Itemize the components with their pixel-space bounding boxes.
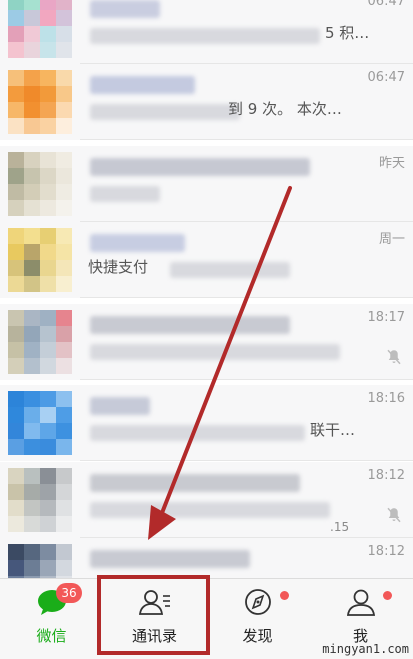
message-time: 06:47	[367, 70, 405, 85]
message-preview-blurred	[90, 28, 320, 44]
message-preview-blurred	[90, 425, 305, 441]
message-preview: 5 积…	[325, 24, 370, 42]
tab-label: 微信	[36, 627, 67, 645]
message-time: 周一	[378, 232, 405, 247]
avatar	[8, 0, 72, 58]
avatar	[8, 310, 72, 374]
chat-row[interactable]: .15 18:12	[0, 462, 413, 538]
compass-icon	[244, 589, 271, 615]
row-divider	[80, 297, 413, 298]
tab-chats[interactable]: 36 微信	[0, 579, 103, 659]
contact-name	[90, 234, 185, 252]
message-time: 18:16	[367, 391, 405, 406]
unread-badge: 36	[56, 583, 82, 603]
avatar	[8, 70, 72, 134]
tab-label: 发现	[242, 627, 273, 645]
contact-name	[90, 474, 300, 492]
watermark-text: mingyan1.com	[322, 642, 409, 656]
profile-icon	[346, 589, 375, 616]
chat-list: 5 积… 06:47 到 9 次。 本次… 06:47 昨天 快捷支付 周一 1…	[0, 0, 413, 578]
chat-row[interactable]: 昨天	[0, 146, 413, 222]
highlight-box	[97, 575, 210, 655]
chat-row[interactable]: 5 积… 06:47	[0, 0, 413, 64]
message-preview-blurred	[90, 502, 330, 518]
chat-row[interactable]: 快捷支付 周一	[0, 222, 413, 298]
chat-row[interactable]: 18:17	[0, 304, 413, 380]
message-preview: 联干…	[310, 421, 356, 439]
notification-dot	[383, 591, 392, 600]
chat-row[interactable]: 联干… 18:16	[0, 385, 413, 461]
message-time: 18:12	[367, 544, 405, 559]
message-preview-blurred	[90, 104, 240, 120]
message-preview: 到 9 次。 本次…	[228, 100, 342, 118]
message-time: 昨天	[378, 156, 405, 171]
message-time: 18:12	[367, 468, 405, 483]
preview-fragment: .15	[330, 520, 350, 534]
avatar	[8, 544, 72, 578]
avatar	[8, 152, 72, 216]
contact-name	[90, 76, 195, 94]
mute-icon	[387, 507, 401, 523]
message-time: 06:47	[367, 0, 405, 9]
contact-name	[90, 158, 310, 176]
contact-name	[90, 550, 250, 568]
avatar	[8, 468, 72, 532]
contact-name	[90, 0, 160, 18]
mute-icon	[387, 349, 401, 365]
row-divider	[80, 139, 413, 140]
contact-name	[90, 316, 290, 334]
tab-discover[interactable]: 发现	[206, 579, 309, 659]
row-divider	[80, 379, 413, 380]
message-preview-blurred	[90, 186, 160, 202]
message-preview-blurred	[90, 344, 340, 360]
chat-row[interactable]: 到 9 次。 本次… 06:47	[0, 64, 413, 140]
contact-name	[90, 397, 150, 415]
message-time: 18:17	[367, 310, 405, 325]
avatar	[8, 228, 72, 292]
message-preview: 快捷支付	[88, 258, 149, 276]
chat-row[interactable]: 18:12	[0, 538, 413, 578]
avatar	[8, 391, 72, 455]
row-divider	[80, 460, 413, 461]
message-preview-blurred	[170, 262, 290, 278]
notification-dot	[280, 591, 289, 600]
